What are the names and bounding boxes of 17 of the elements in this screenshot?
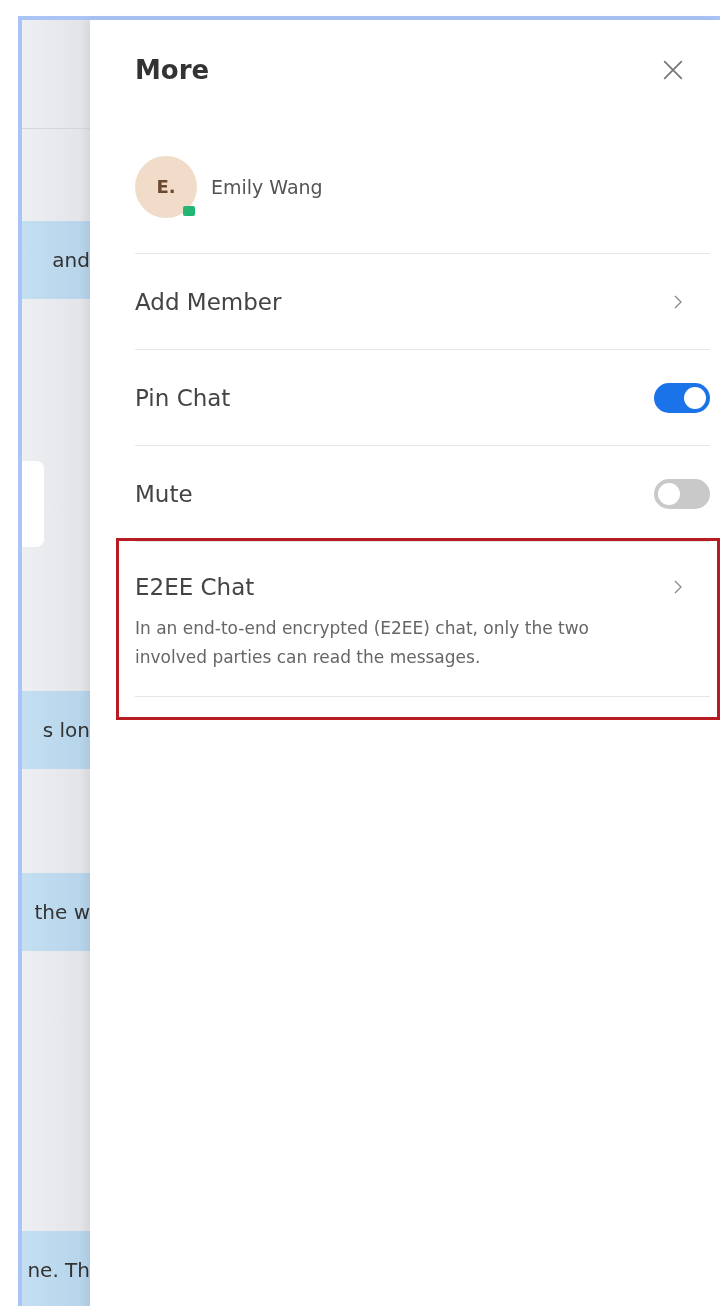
contact-name[interactable]: Emily Wang [211, 175, 323, 198]
setting-description: In an end-to-end encrypted (E2EE) chat, only the two involved parties can read the messages. [135, 617, 590, 669]
setting-label: E2EE Chat [135, 574, 255, 600]
setting-label: Mute [135, 480, 193, 507]
setting-label: Pin Chat [135, 384, 231, 411]
panel-title: More [135, 55, 210, 85]
message-text: and [52, 248, 90, 272]
setting-label: Add Member [135, 288, 282, 315]
avatar-initials: E. [156, 176, 176, 197]
close-icon[interactable] [662, 59, 684, 81]
toggle-switch[interactable] [654, 478, 710, 509]
message-text: ne. Th [27, 1258, 90, 1282]
chevron-right-icon[interactable] [674, 580, 682, 594]
chevron-right-icon[interactable] [674, 294, 682, 309]
toggle-switch[interactable] [654, 382, 710, 413]
message-text: s lon [42, 718, 90, 742]
message-text: the w [34, 900, 90, 924]
